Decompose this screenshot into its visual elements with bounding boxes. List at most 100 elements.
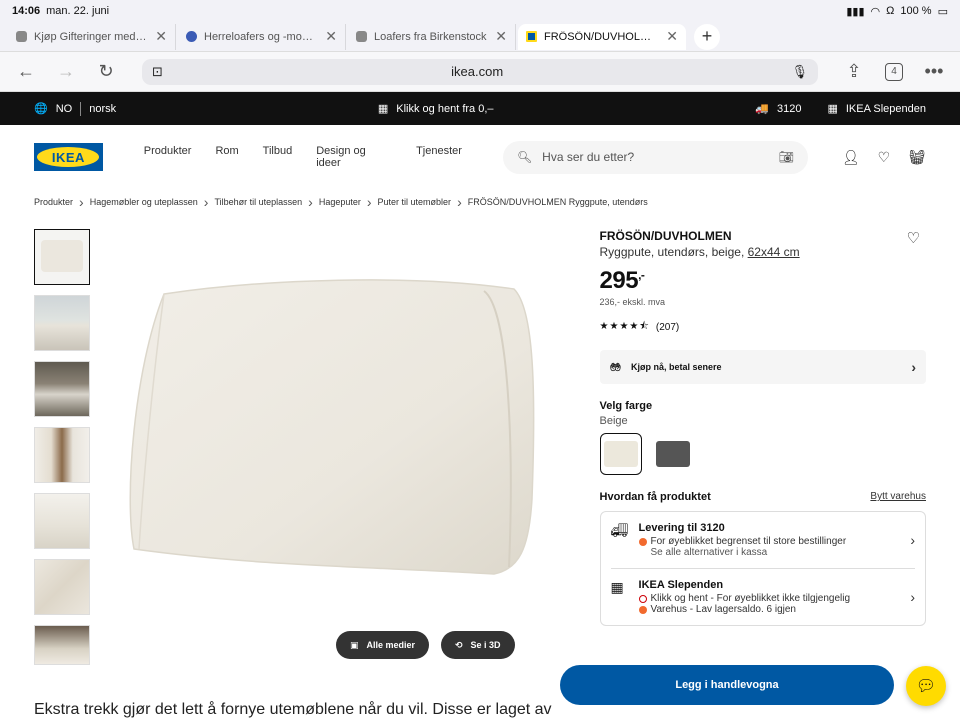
view-3d-button[interactable]: ⟲ Se i 3D: [441, 631, 515, 659]
globe-icon: 🌐: [34, 103, 48, 115]
tab-favicon-icon: [356, 31, 367, 42]
chevron-right-icon: ›: [910, 589, 915, 605]
tab-title: Kjøp Gifteringer med 37: [34, 30, 149, 43]
add-to-cart-button[interactable]: Legg i handlevogna: [560, 665, 894, 705]
tab-title: FRÖSÖN/DUVHOLMEN: [544, 30, 660, 43]
all-media-button[interactable]: ▣ Alle medier: [336, 631, 430, 659]
thumbnail-image[interactable]: [34, 493, 90, 549]
language-selector[interactable]: 🌐 NO norsk: [34, 101, 116, 116]
product-size-link[interactable]: 62x44 cm: [748, 245, 800, 259]
product-section: ▣ Alle medier ⟲ Se i 3D FRÖSÖN/DUVHOLMEN R…: [0, 229, 960, 669]
hand-coin-icon: 🤲︎: [609, 361, 621, 372]
url-text: ikea.com: [451, 64, 504, 79]
close-icon[interactable]: ✕: [155, 28, 167, 45]
share-button[interactable]: ⇪: [838, 58, 870, 86]
favourite-heart-icon[interactable]: ♡: [907, 229, 920, 247]
product-name: FRÖSÖN/DUVHOLMEN: [599, 229, 732, 243]
url-field[interactable]: ⊡ ikea.com 🎙: [142, 58, 818, 85]
nav-item-design[interactable]: Design og ideer: [316, 145, 392, 169]
basket-icon[interactable]: 🧺︎: [908, 149, 926, 166]
fulfilment-title: Hvordan få produktet: [599, 491, 711, 503]
change-store-link[interactable]: Bytt varehus: [870, 491, 926, 503]
status-dot-icon: [638, 594, 647, 603]
breadcrumb-item[interactable]: Tilbehør til uteplassen: [214, 197, 302, 207]
chevron-right-icon: ›: [911, 359, 916, 375]
color-value: Beige: [599, 415, 628, 427]
truck-icon: 🚚: [755, 103, 769, 115]
browser-tab[interactable]: Loafers fra Birkenstock ✕: [348, 23, 516, 50]
product-price: 295,-: [600, 267, 926, 295]
headphones-icon: Ω: [886, 5, 895, 17]
promo-link[interactable]: ▦ Klikk og hent fra 0,–: [377, 102, 494, 116]
new-tab-button[interactable]: +: [694, 23, 720, 50]
chat-icon[interactable]: 💬︎: [906, 666, 946, 706]
store-option[interactable]: ▦ IKEA Slependen Klikk og hent - For øye…: [610, 568, 915, 625]
store-link[interactable]: IKEA Slependen: [846, 103, 926, 115]
store-icon: ▦: [827, 103, 838, 115]
close-icon[interactable]: ✕: [666, 28, 678, 45]
more-menu-button[interactable]: •••: [918, 58, 950, 86]
breadcrumb-item[interactable]: Hagemøbler og uteplassen: [90, 197, 198, 207]
page-settings-icon[interactable]: ⊡: [152, 64, 163, 80]
thumbnail-image[interactable]: [34, 427, 90, 483]
click-collect-status: Klikk og hent - For øyeblikket ikke tilg…: [650, 593, 851, 604]
thumbnail-image[interactable]: [34, 625, 90, 665]
tab-favicon-icon: [16, 31, 27, 42]
site-header: IKEA Produkter Rom Tilbud Design og idee…: [0, 125, 960, 189]
ikea-logo[interactable]: IKEA: [34, 143, 103, 171]
wifi-icon: ◠: [870, 5, 881, 18]
nav-item-tilbud[interactable]: Tilbud: [263, 145, 293, 169]
thumbnail-image[interactable]: [34, 229, 90, 285]
user-icon[interactable]: 👤︎: [842, 149, 860, 166]
thumbnail-image[interactable]: [34, 295, 90, 351]
nav-item-produkter[interactable]: Produkter: [144, 145, 192, 169]
view-3d-label: Se i 3D: [470, 640, 501, 650]
delivery-title: Levering til 3120: [638, 522, 725, 534]
rating[interactable]: ★★★★⯪ (207): [600, 319, 926, 336]
tabs-overview-button[interactable]: 4: [878, 58, 910, 86]
country-code: NO: [55, 102, 73, 115]
breadcrumb-item[interactable]: Produkter: [34, 197, 73, 207]
delivery-option[interactable]: 🚚︎ Levering til 3120 For øyeblikket begr…: [611, 512, 915, 568]
tab-title: Loafers fra Birkenstock: [374, 30, 487, 43]
top-strip: 🌐 NO norsk ▦ Klikk og hent fra 0,– 🚚 3120 ▦ IK…: [0, 92, 960, 125]
price-ex-vat: 236,- ekskl. mva: [599, 297, 666, 307]
close-icon[interactable]: ✕: [325, 28, 337, 45]
main-product-image[interactable]: ▣ Alle medier ⟲ Se i 3D: [98, 229, 554, 669]
buy-now-pay-later[interactable]: 🤲︎ Kjøp nå, betal senere ›: [599, 350, 926, 384]
forward-button[interactable]: →: [50, 58, 82, 86]
breadcrumb-item[interactable]: Hageputer: [319, 197, 361, 207]
swatch-image: [603, 441, 638, 467]
microphone-icon[interactable]: 🎙: [791, 64, 808, 80]
status-dot-icon: [638, 605, 647, 614]
color-swatch-beige[interactable]: [599, 433, 642, 475]
heart-icon[interactable]: ♡: [878, 149, 891, 166]
thumbnail-list: [34, 229, 90, 669]
store-icon: ▦: [377, 103, 389, 115]
promo-text: Klikk og hent fra 0,–: [396, 102, 494, 115]
back-button[interactable]: ←: [10, 58, 42, 86]
color-swatch-grey[interactable]: [652, 433, 694, 475]
browser-tab-active[interactable]: FRÖSÖN/DUVHOLMEN ✕: [518, 23, 686, 50]
reload-button[interactable]: ↻: [90, 58, 122, 86]
battery-icon: ▭: [937, 5, 948, 18]
postcode-link[interactable]: 3120: [777, 103, 801, 115]
address-bar: ← → ↻ ⊡ ikea.com 🎙 ⇪ 4 •••: [0, 52, 960, 92]
search-icon: 🔍︎: [516, 150, 533, 164]
nav-item-tjenester[interactable]: Tjenester: [416, 145, 462, 169]
tab-favicon-icon: [186, 31, 197, 42]
tab-count: 4: [885, 62, 903, 81]
camera-icon[interactable]: 📷︎: [779, 150, 794, 164]
star-rating-icon: ★★★★⯪: [599, 321, 650, 332]
fulfilment-header: Hvordan få produktet Bytt varehus: [600, 491, 926, 503]
close-icon[interactable]: ✕: [495, 28, 507, 45]
nav-item-rom[interactable]: Rom: [215, 145, 238, 169]
browser-tab[interactable]: Kjøp Gifteringer med 37 ✕: [8, 23, 176, 50]
search-input[interactable]: 🔍︎ Hva ser du etter? 📷︎: [502, 140, 808, 174]
rotate-3d-icon: ⟲: [455, 639, 463, 650]
thumbnail-image[interactable]: [34, 361, 90, 417]
all-media-label: Alle medier: [366, 640, 416, 650]
breadcrumb-item[interactable]: Puter til utemøbler: [378, 197, 452, 207]
browser-tab[interactable]: Herreloafers og -mokka ✕: [178, 23, 346, 50]
thumbnail-image[interactable]: [34, 559, 90, 615]
